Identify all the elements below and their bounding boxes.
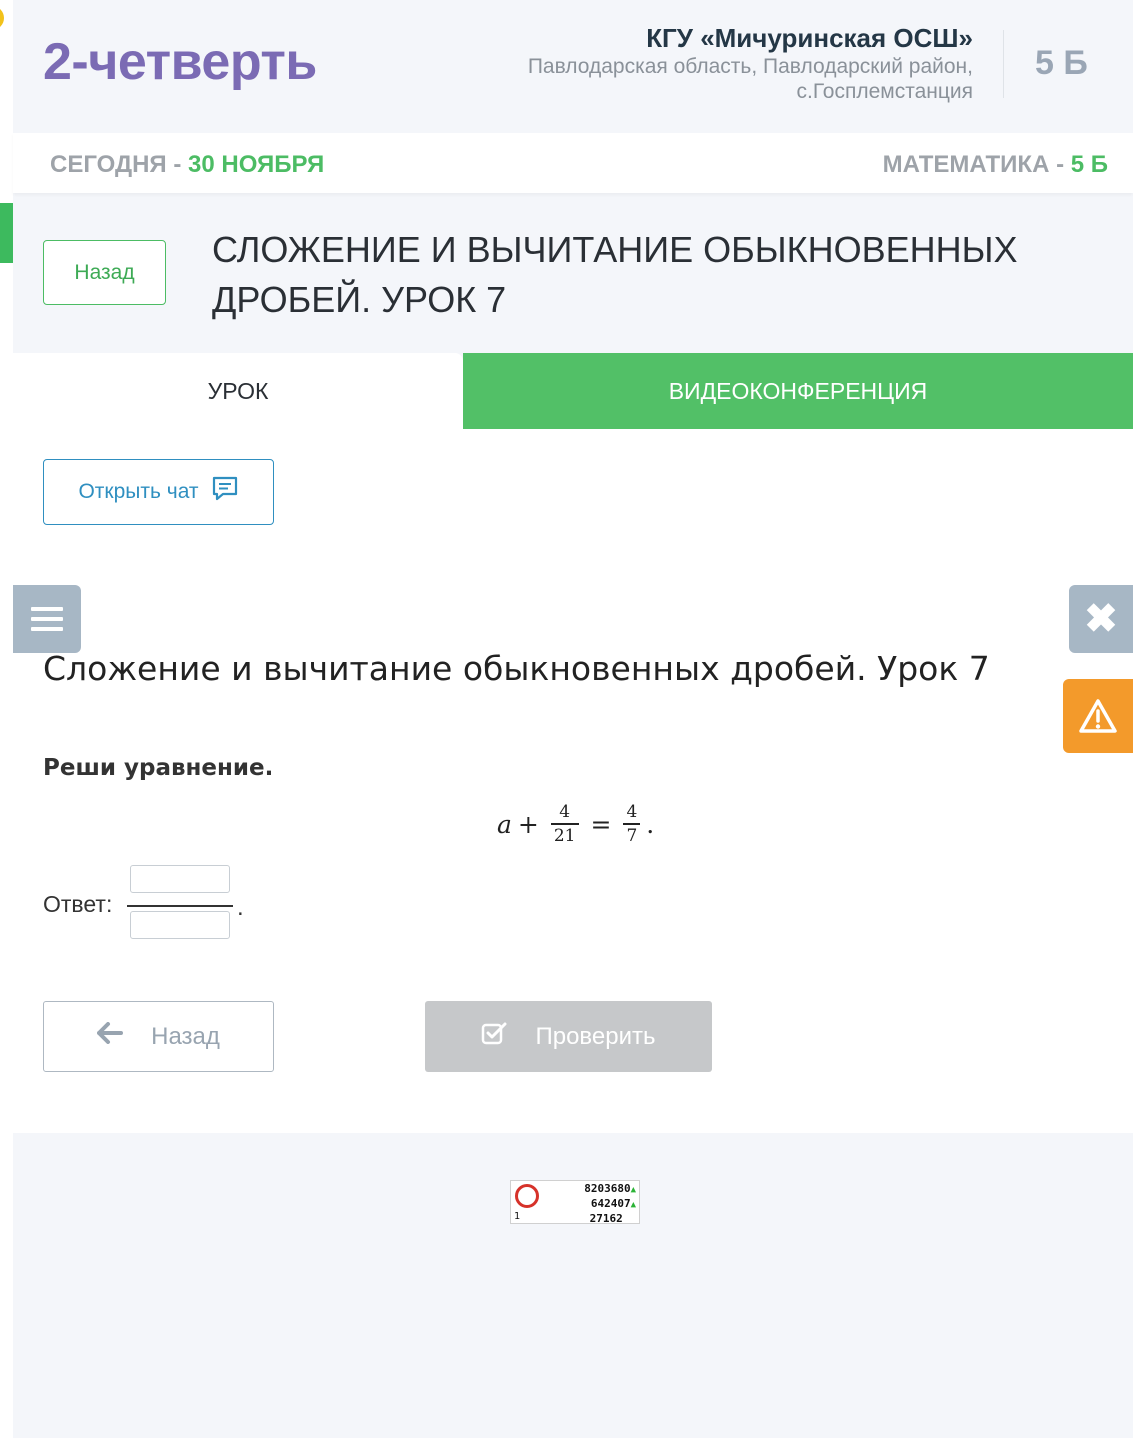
fraction-1-denominator: 21 xyxy=(553,825,576,846)
fraction-1: 4 21 xyxy=(550,802,579,846)
chat-icon xyxy=(211,475,239,509)
visit-counter[interactable]: 1 8203680▲ 642407▲ 27162 xyxy=(510,1180,640,1226)
checkbox-check-icon xyxy=(481,1021,507,1052)
counter-line3: 27162 xyxy=(589,1212,623,1225)
quarter-title: 2-четверть xyxy=(43,33,317,91)
fraction-2-denominator: 7 xyxy=(626,825,638,846)
answer-denominator-input[interactable] xyxy=(130,911,230,939)
counter-line2: 642407 xyxy=(590,1197,631,1210)
lesson-panel: Открыть чат ✖ Сложение и вычитание обыкн… xyxy=(13,429,1133,1133)
left-rail xyxy=(0,0,13,1438)
counter-logo-icon xyxy=(515,1184,539,1208)
class-label: 5 Б xyxy=(1035,44,1088,82)
school-address-line1: Павлодарская область, Павлодарский район… xyxy=(527,55,973,78)
school-name: КГУ «Мичуринская ОСШ» xyxy=(646,23,973,53)
fraction-1-bar xyxy=(550,823,579,825)
equation-variable: a xyxy=(497,809,512,839)
arrow-left-icon xyxy=(97,1022,124,1051)
back-button-label: Назад xyxy=(151,1022,220,1050)
date-bar: СЕГОДНЯ - 30 НОЯБРЯ МАТЕМАТИКА - 5 Б xyxy=(13,133,1133,193)
counter-corner: 1 xyxy=(514,1211,521,1222)
open-chat-button[interactable]: Открыть чат xyxy=(43,459,274,525)
equation-plus: + xyxy=(517,809,539,839)
answer-label: Ответ: xyxy=(43,891,113,917)
fraction-2-bar xyxy=(623,823,641,825)
back-button-bottom[interactable]: Назад xyxy=(43,1001,274,1072)
check-button[interactable]: Проверить xyxy=(425,1001,712,1072)
fraction-1-numerator: 4 xyxy=(559,802,571,823)
lesson-title: СЛОЖЕНИЕ И ВЫЧИТАНИЕ ОБЫКНОВЕННЫХ ДРОБЕЙ… xyxy=(212,229,1018,320)
subject-info: МАТЕМАТИКА - 5 Б xyxy=(883,151,1108,179)
subject-label: МАТЕМАТИКА - xyxy=(882,151,1071,178)
active-indicator xyxy=(0,203,13,263)
today-label: СЕГОДНЯ - xyxy=(50,151,188,178)
today-date: СЕГОДНЯ - 30 НОЯБРЯ xyxy=(50,151,324,179)
counter-values: 8203680▲ 642407▲ 27162 xyxy=(584,1182,636,1226)
tab-videoconference[interactable]: ВИДЕОКОНФЕРЕНЦИЯ xyxy=(463,353,1133,429)
task-instruction: Реши уравнение. xyxy=(43,755,274,781)
school-info: КГУ «Мичуринская ОСШ» Павлодарская облас… xyxy=(528,22,973,104)
up-arrow-icon: ▲ xyxy=(630,1185,636,1195)
fraction-2: 4 7 xyxy=(623,802,641,846)
school-address-line2: с.Госплемстанция xyxy=(796,80,973,103)
check-button-label: Проверить xyxy=(535,1022,656,1050)
close-icon[interactable]: ✖ xyxy=(1069,585,1133,653)
open-chat-label: Открыть чат xyxy=(78,480,199,503)
equation-end: . xyxy=(646,809,655,839)
equation-equals: = xyxy=(590,809,612,839)
equation: a + 4 21 = 4 7 . xyxy=(497,799,654,849)
today-date-value: 30 НОЯБРЯ xyxy=(188,151,325,178)
header: 2-четверть КГУ «Мичуринская ОСШ» Павлода… xyxy=(13,0,1133,133)
task-title: Сложение и вычитание обыкновенных дробей… xyxy=(43,649,990,688)
answer-fraction-bar xyxy=(127,905,233,907)
subject-class: 5 Б xyxy=(1070,151,1108,178)
notification-dot xyxy=(0,6,4,30)
answer-numerator-input[interactable] xyxy=(130,865,230,893)
answer-end: . xyxy=(237,894,244,921)
up-arrow-icon: ▲ xyxy=(630,1200,636,1210)
fraction-2-numerator: 4 xyxy=(626,802,638,823)
tab-lesson[interactable]: УРОК xyxy=(13,353,463,429)
counter-line1: 8203680 xyxy=(584,1182,631,1195)
hamburger-icon[interactable] xyxy=(13,585,81,653)
warning-icon[interactable] xyxy=(1063,679,1133,753)
back-button-top[interactable]: Назад xyxy=(43,240,166,305)
header-divider xyxy=(1003,30,1004,98)
